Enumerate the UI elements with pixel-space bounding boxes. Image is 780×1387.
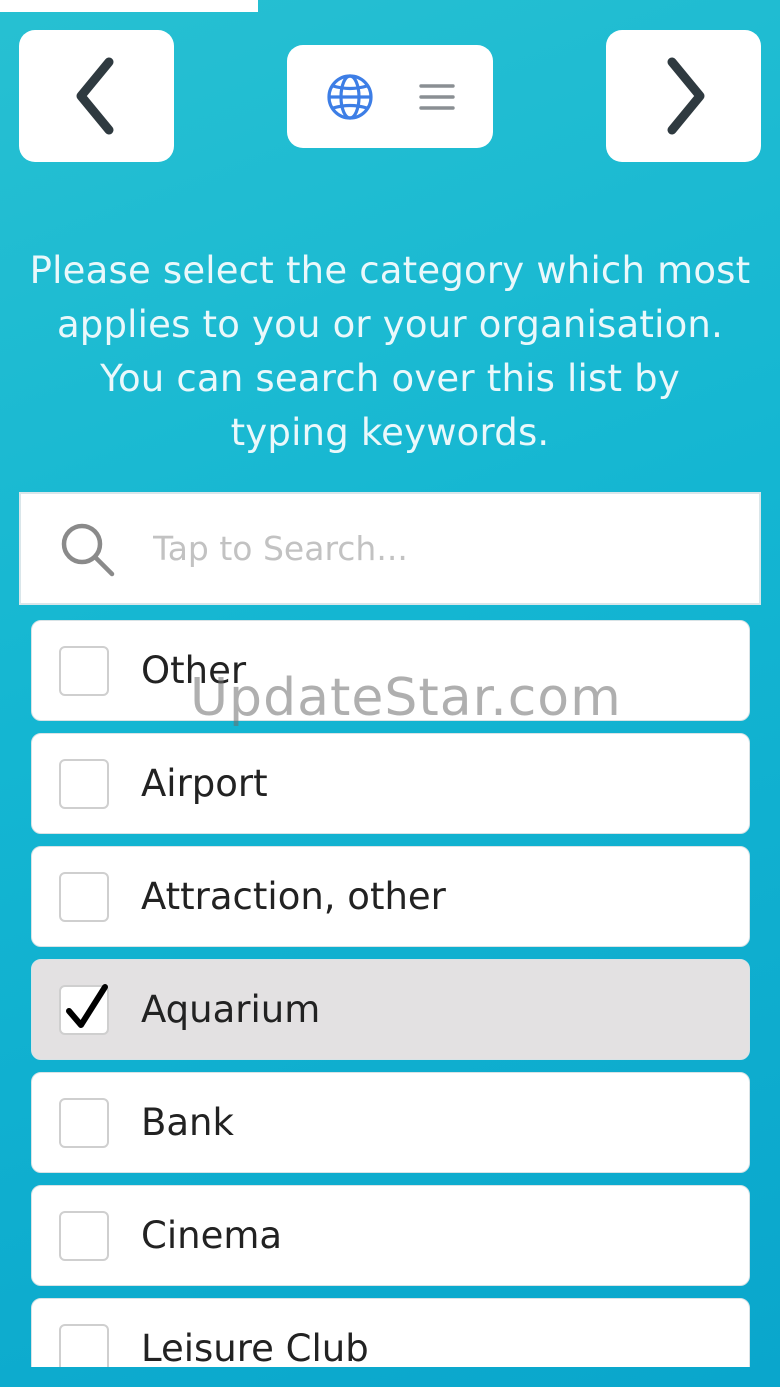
- list-item-airport[interactable]: Airport: [31, 733, 750, 834]
- list-item-label: Leisure Club: [141, 1327, 369, 1367]
- list-item-bank[interactable]: Bank: [31, 1072, 750, 1173]
- checkbox[interactable]: [59, 871, 109, 922]
- instructions-line: You can search over this list by: [100, 357, 680, 400]
- list-item-aquarium[interactable]: Aquarium: [31, 959, 750, 1060]
- list-item-other[interactable]: Other: [31, 620, 750, 721]
- list-item-label: Aquarium: [141, 988, 321, 1031]
- list-item-attraction-other[interactable]: Attraction, other: [31, 846, 750, 947]
- search-icon: [61, 523, 115, 576]
- back-button[interactable]: [19, 30, 174, 162]
- search-bar[interactable]: [19, 492, 761, 605]
- category-list: Other Airport Attraction, other Aquarium…: [31, 620, 750, 1367]
- list-item-label: Airport: [141, 762, 268, 805]
- instructions-text: Please select the category which most ap…: [24, 244, 756, 460]
- forward-button[interactable]: [606, 30, 761, 162]
- globe-icon[interactable]: [325, 72, 375, 122]
- chevron-right-icon: [667, 57, 704, 135]
- header-controls: [287, 45, 493, 148]
- top-strip: [0, 0, 258, 12]
- checkmark-icon: [66, 983, 108, 1028]
- instructions-line: applies to you or your organisation.: [56, 303, 724, 346]
- checkbox[interactable]: [59, 1210, 109, 1261]
- list-item-cinema[interactable]: Cinema: [31, 1185, 750, 1286]
- checkbox-checked[interactable]: [59, 983, 109, 1035]
- instructions-line: typing keywords.: [230, 411, 550, 454]
- list-item-label: Attraction, other: [141, 875, 446, 918]
- list-item-leisure-club[interactable]: Leisure Club: [31, 1298, 750, 1367]
- chevron-left-icon: [76, 57, 113, 135]
- checkbox[interactable]: [59, 1323, 109, 1367]
- list-item-label: Bank: [141, 1101, 234, 1144]
- search-input[interactable]: [153, 529, 713, 568]
- instructions-line: Please select the category which most: [29, 249, 751, 292]
- list-item-label: Cinema: [141, 1214, 283, 1257]
- list-item-label: Other: [141, 649, 247, 692]
- checkbox[interactable]: [59, 758, 109, 809]
- hamburger-menu-icon[interactable]: [419, 82, 455, 112]
- checkbox[interactable]: [59, 645, 109, 696]
- checkbox[interactable]: [59, 1097, 109, 1148]
